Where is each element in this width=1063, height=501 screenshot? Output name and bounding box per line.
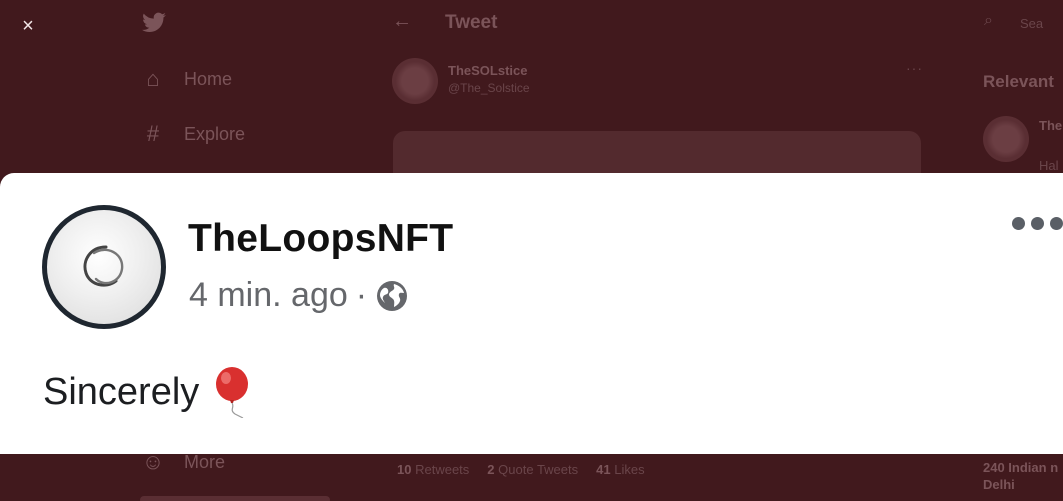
post-timestamp[interactable]: 4 min. ago [189, 276, 348, 315]
likes-stat[interactable]: 41 Likes [596, 462, 644, 477]
close-button[interactable]: × [14, 12, 42, 40]
back-arrow-icon[interactable]: ← [392, 10, 412, 33]
nav-more-label: More [184, 451, 226, 472]
nav-explore[interactable]: # Explore [142, 121, 246, 146]
page-title: Tweet [445, 12, 498, 33]
author-avatar[interactable] [42, 205, 166, 329]
nav-home-label: Home [184, 68, 233, 89]
post-card: TheLoopsNFT 4 min. ago · Sincerely [0, 173, 1063, 454]
relevant-people-title: Relevant [983, 72, 1054, 91]
quote-tweets-stat[interactable]: 2 Quote Tweets [487, 462, 578, 477]
twitter-logo-icon[interactable] [140, 10, 168, 36]
dot [1012, 217, 1025, 230]
tweet-stats: 10 Retweets 2 Quote Tweets 41 Likes [397, 462, 645, 477]
relevant-avatar[interactable] [983, 116, 1029, 162]
home-icon: ⌂ [146, 66, 160, 91]
relevant-bio: Hal [1039, 158, 1059, 173]
close-icon[interactable]: × [22, 16, 34, 36]
relevant-name[interactable]: The [1039, 118, 1062, 133]
meta-separator: · [355, 276, 368, 314]
dot [1031, 217, 1044, 230]
author-name[interactable]: TheLoopsNFT [188, 217, 453, 261]
tweet-author-name[interactable]: TheSOLstice [448, 63, 527, 78]
nav-home[interactable]: ⌂ Home [142, 66, 233, 91]
tweet-author-avatar[interactable] [392, 58, 438, 104]
nav-explore-label: Explore [184, 123, 246, 144]
retweets-stat[interactable]: 10 Retweets [397, 462, 469, 477]
nav-more[interactable]: ☺ More [141, 449, 226, 474]
post-meta: 4 min. ago · [189, 276, 409, 315]
more-circle-icon: ☺ [141, 449, 165, 474]
search-icon: ⌕ [984, 12, 993, 29]
tweet-author-handle[interactable]: @The_Solstice [448, 81, 530, 95]
tweet-more-icon[interactable]: ··· [906, 60, 923, 76]
post-text: Sincerely [43, 370, 200, 413]
more-options-button[interactable] [1012, 217, 1063, 230]
search-input[interactable]: Sea [1020, 16, 1043, 31]
globe-icon [377, 280, 408, 311]
post-body: Sincerely [43, 366, 257, 418]
trend-item[interactable]: 240 Indian n Delhi [983, 459, 1058, 493]
tweet-button[interactable] [140, 496, 330, 501]
balloon-emoji [216, 367, 249, 418]
loop-logo-icon [83, 245, 124, 287]
dot [1050, 217, 1063, 230]
hashtag-icon: # [146, 121, 160, 146]
